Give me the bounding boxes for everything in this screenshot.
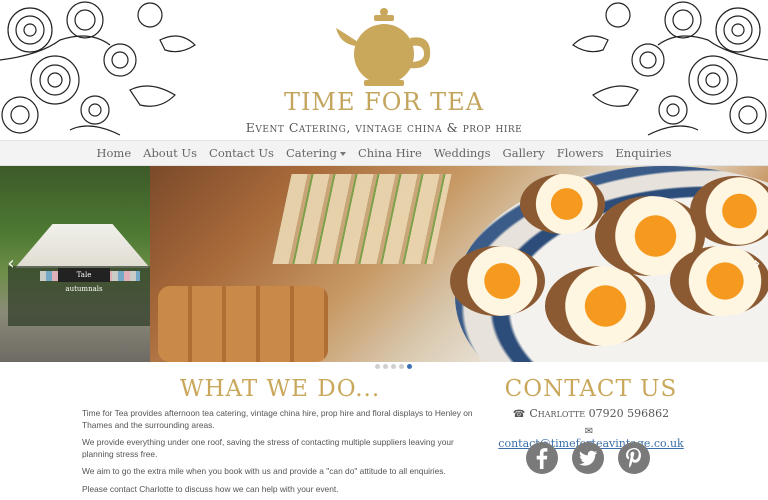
slider-dot[interactable]	[391, 364, 396, 369]
sausage-rolls	[158, 286, 328, 362]
nav-item-weddings[interactable]: Weddings	[428, 146, 497, 160]
site-title: TIME FOR TEA	[283, 88, 485, 116]
nav-item-catering[interactable]: Catering	[280, 146, 352, 160]
slide-image-gazebo: Tale autumnals	[0, 166, 150, 362]
gazebo-sign: Tale autumnals	[58, 268, 110, 293]
site-subtitle: Event Catering, vintage china & prop hir…	[245, 120, 523, 135]
floral-decoration-left	[0, 0, 200, 140]
nav-item-enquiries[interactable]: Enquiries	[609, 146, 677, 160]
sandwiches	[272, 174, 452, 264]
slider-dot[interactable]	[375, 364, 380, 369]
scotch-egg	[520, 174, 605, 234]
site-header: TIME FOR TEA Event Catering, vintage chi…	[0, 0, 768, 140]
nav-item-china-hire[interactable]: China Hire	[352, 146, 428, 160]
slide-image-food-platter	[150, 166, 768, 362]
nav-item-flowers[interactable]: Flowers	[551, 146, 610, 160]
floral-decoration-right	[568, 0, 768, 140]
pinterest-icon[interactable]	[618, 442, 650, 474]
scotch-egg	[450, 246, 545, 316]
nav-item-home[interactable]: Home	[90, 146, 137, 160]
image-slider[interactable]: Tale autumnals ‹ ›	[0, 166, 768, 362]
nav-item-about-us[interactable]: About Us	[137, 146, 203, 160]
slider-next-arrow-icon[interactable]: ›	[750, 254, 764, 274]
envelope-icon: ✉	[584, 426, 594, 437]
what-we-do-text: Time for Tea provides afternoon tea cate…	[82, 408, 482, 500]
contact-phone: ☎ Charlotte 07920 596862	[496, 407, 686, 420]
gazebo-shape	[15, 224, 150, 268]
slider-dot[interactable]	[399, 364, 404, 369]
social-links	[526, 442, 650, 474]
nav-item-gallery[interactable]: Gallery	[497, 146, 551, 160]
facebook-icon[interactable]	[526, 442, 558, 474]
what-paragraph: Time for Tea provides afternoon tea cate…	[82, 408, 473, 430]
what-paragraph: We provide everything under one roof, sa…	[82, 437, 454, 459]
what-paragraph: Please contact Charlotte to discuss how …	[82, 483, 339, 494]
what-paragraph: We aim to go the extra mile when you boo…	[82, 466, 446, 476]
chevron-down-icon	[339, 152, 346, 156]
slider-dot[interactable]	[383, 364, 388, 369]
slider-prev-arrow-icon[interactable]: ‹	[4, 254, 18, 274]
slider-dot-active[interactable]	[407, 364, 412, 369]
slider-dots	[375, 364, 412, 369]
contact-us-heading: CONTACT US	[504, 376, 678, 402]
nav-item-catering-label: Catering	[285, 146, 337, 160]
contact-phone-text: Charlotte 07920 596862	[529, 407, 670, 420]
nav-item-contact-us[interactable]: Contact Us	[203, 146, 280, 160]
what-we-do-heading: WHAT WE DO...	[179, 376, 381, 402]
phone-icon: ☎	[512, 409, 526, 420]
teapot-logo[interactable]	[334, 6, 434, 88]
main-nav: Home About Us Contact Us Catering China …	[0, 140, 768, 166]
twitter-icon[interactable]	[572, 442, 604, 474]
scotch-egg	[545, 266, 655, 346]
